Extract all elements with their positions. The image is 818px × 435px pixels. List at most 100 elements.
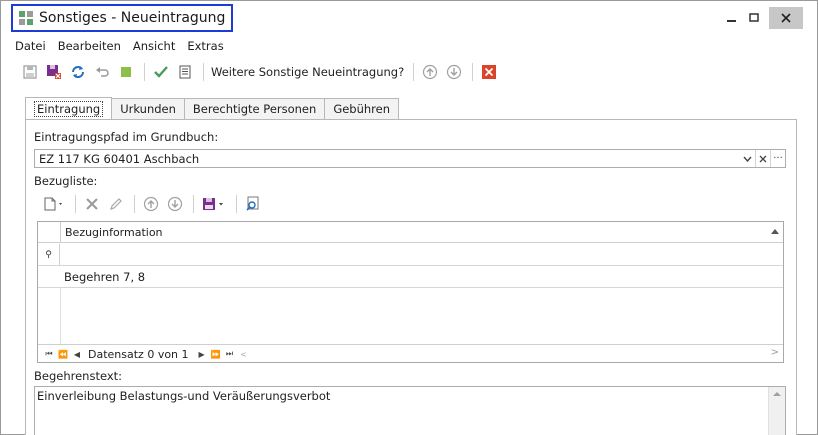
tab-label: Urkunden — [120, 102, 176, 116]
close-button[interactable] — [769, 7, 803, 29]
save-close-button[interactable] — [43, 61, 65, 83]
more-icon: ··· — [773, 153, 783, 164]
save-icon — [23, 65, 37, 79]
delete-icon — [86, 198, 98, 210]
sort-ascending-icon — [771, 229, 779, 234]
toolbar-separator — [134, 195, 135, 213]
maximize-icon — [749, 13, 759, 22]
save-button[interactable] — [19, 61, 41, 83]
undo-button[interactable] — [91, 61, 113, 83]
grid-header: Bezuginformation — [38, 222, 783, 243]
path-label: Eintragungspfad im Grundbuch: — [34, 130, 219, 144]
arrow-down-icon — [167, 196, 183, 212]
toolbar-separator — [75, 195, 76, 213]
refresh-button[interactable] — [67, 61, 89, 83]
item-down-button[interactable] — [164, 193, 186, 215]
menu-item-datei[interactable]: Datei — [15, 39, 46, 55]
new-document-icon — [44, 197, 62, 211]
scroll-up-icon[interactable] — [773, 392, 781, 396]
move-down-button[interactable] — [443, 61, 465, 83]
save-list-button[interactable] — [199, 193, 229, 215]
path-more-button[interactable]: ··· — [770, 150, 785, 167]
filter-icon: ⚲ — [38, 244, 60, 265]
arrow-up-icon — [143, 196, 159, 212]
prev-record-button[interactable]: ◀ — [70, 347, 84, 361]
app-grid-icon — [19, 11, 33, 25]
item-up-button[interactable] — [140, 193, 162, 215]
cancel-icon — [482, 65, 497, 79]
maximize-button[interactable] — [741, 7, 767, 29]
filter-row[interactable]: ⚲ — [38, 244, 783, 266]
tab-label: Berechtigte Personen — [192, 102, 317, 116]
menu-item-extras[interactable]: Extras — [187, 39, 223, 55]
next-page-button[interactable]: ⏩ — [209, 347, 223, 361]
grid-indicator-divider — [60, 288, 61, 344]
move-up-button[interactable] — [419, 61, 441, 83]
column-label: Bezuginformation — [65, 226, 163, 239]
list-button[interactable] — [174, 61, 196, 83]
save-dropdown-icon — [203, 198, 223, 210]
prev-page-button[interactable]: ⏪ — [56, 347, 70, 361]
scroll-right-button[interactable]: > — [771, 347, 779, 358]
last-record-button[interactable]: ⏭ — [223, 347, 237, 361]
title-bar: Sonstiges - Neueintragung — [1, 1, 817, 35]
delete-item-button[interactable] — [81, 193, 103, 215]
path-value: EZ 117 KG 60401 Aschbach — [39, 152, 200, 166]
tab-gebuehren[interactable]: Gebühren — [324, 98, 400, 119]
toolbar-separator — [413, 63, 415, 81]
main-window: Sonstiges - Neueintragung Datei Bearbeit… — [0, 0, 818, 435]
further-entry-question: Weitere Sonstige Neueintragung? — [211, 65, 405, 79]
new-item-button[interactable] — [40, 193, 68, 215]
arrow-up-icon — [423, 64, 438, 80]
begehrenstext-label: Begehrenstext: — [34, 369, 123, 383]
search-button[interactable] — [242, 193, 264, 215]
tab-label: Eintragung — [34, 101, 104, 117]
cancel-button[interactable] — [478, 61, 500, 83]
pencil-icon — [110, 198, 122, 210]
undo-icon — [96, 67, 109, 77]
tab-berechtigte-personen[interactable]: Berechtigte Personen — [183, 98, 326, 119]
bezugliste-toolbar — [40, 193, 266, 215]
menu-item-ansicht[interactable]: Ansicht — [133, 39, 175, 55]
toolbar-separator — [203, 63, 204, 81]
arrow-down-icon — [447, 64, 462, 80]
bezugliste-label: Bezugliste: — [34, 174, 98, 188]
stop-icon — [121, 67, 131, 77]
minimize-icon — [727, 20, 736, 22]
path-clear-button[interactable] — [755, 150, 770, 167]
tab-urkunden[interactable]: Urkunden — [111, 98, 185, 119]
stop-button[interactable] — [115, 61, 137, 83]
scroll-left-button[interactable]: < — [237, 347, 251, 361]
list-icon — [179, 65, 191, 79]
begehrenstext-value: Einverleibung Belastungs-und Veräußerung… — [37, 389, 331, 403]
tab-label: Gebühren — [333, 102, 391, 116]
tab-eintragung[interactable]: Eintragung — [25, 97, 113, 120]
search-icon — [246, 196, 259, 211]
title-highlight-box: Sonstiges - Neueintragung — [11, 4, 234, 32]
window-title: Sonstiges - Neueintragung — [39, 10, 226, 26]
path-combobox[interactable]: EZ 117 KG 60401 Aschbach ··· — [34, 149, 786, 168]
toolbar-separator — [193, 195, 194, 213]
menu-item-bearbeiten[interactable]: Bearbeiten — [58, 39, 121, 55]
toolbar-separator — [236, 195, 237, 213]
first-record-button[interactable]: ⏮ — [42, 347, 56, 361]
path-dropdown-button[interactable] — [740, 150, 755, 167]
confirm-button[interactable] — [150, 61, 172, 83]
clear-icon — [759, 155, 767, 162]
tab-panel-eintragung: Eintragungspfad im Grundbuch: EZ 117 KG … — [25, 119, 797, 435]
column-header-bezuginformation[interactable]: Bezuginformation — [60, 222, 783, 243]
bezug-grid: Bezuginformation ⚲ Begehren 7, 8 ⏮ ⏪ ◀ D… — [37, 221, 784, 363]
close-icon — [781, 13, 791, 23]
grid-cell: Begehren 7, 8 — [64, 270, 146, 284]
menu-bar: Datei Bearbeiten Ansicht Extras — [15, 39, 224, 55]
record-counter: Datensatz 0 von 1 — [88, 347, 189, 361]
tab-strip: Eintragung Urkunden Berechtigte Personen… — [25, 97, 400, 120]
edit-item-button[interactable] — [105, 193, 127, 215]
save-close-icon — [47, 65, 61, 79]
vertical-scrollbar[interactable] — [768, 387, 785, 435]
toolbar-separator — [144, 63, 145, 81]
check-icon — [154, 66, 168, 78]
table-row[interactable]: Begehren 7, 8 — [38, 266, 783, 288]
next-record-button[interactable]: ▶ — [195, 347, 209, 361]
begehrenstext-textarea[interactable]: Einverleibung Belastungs-und Veräußerung… — [34, 386, 786, 435]
